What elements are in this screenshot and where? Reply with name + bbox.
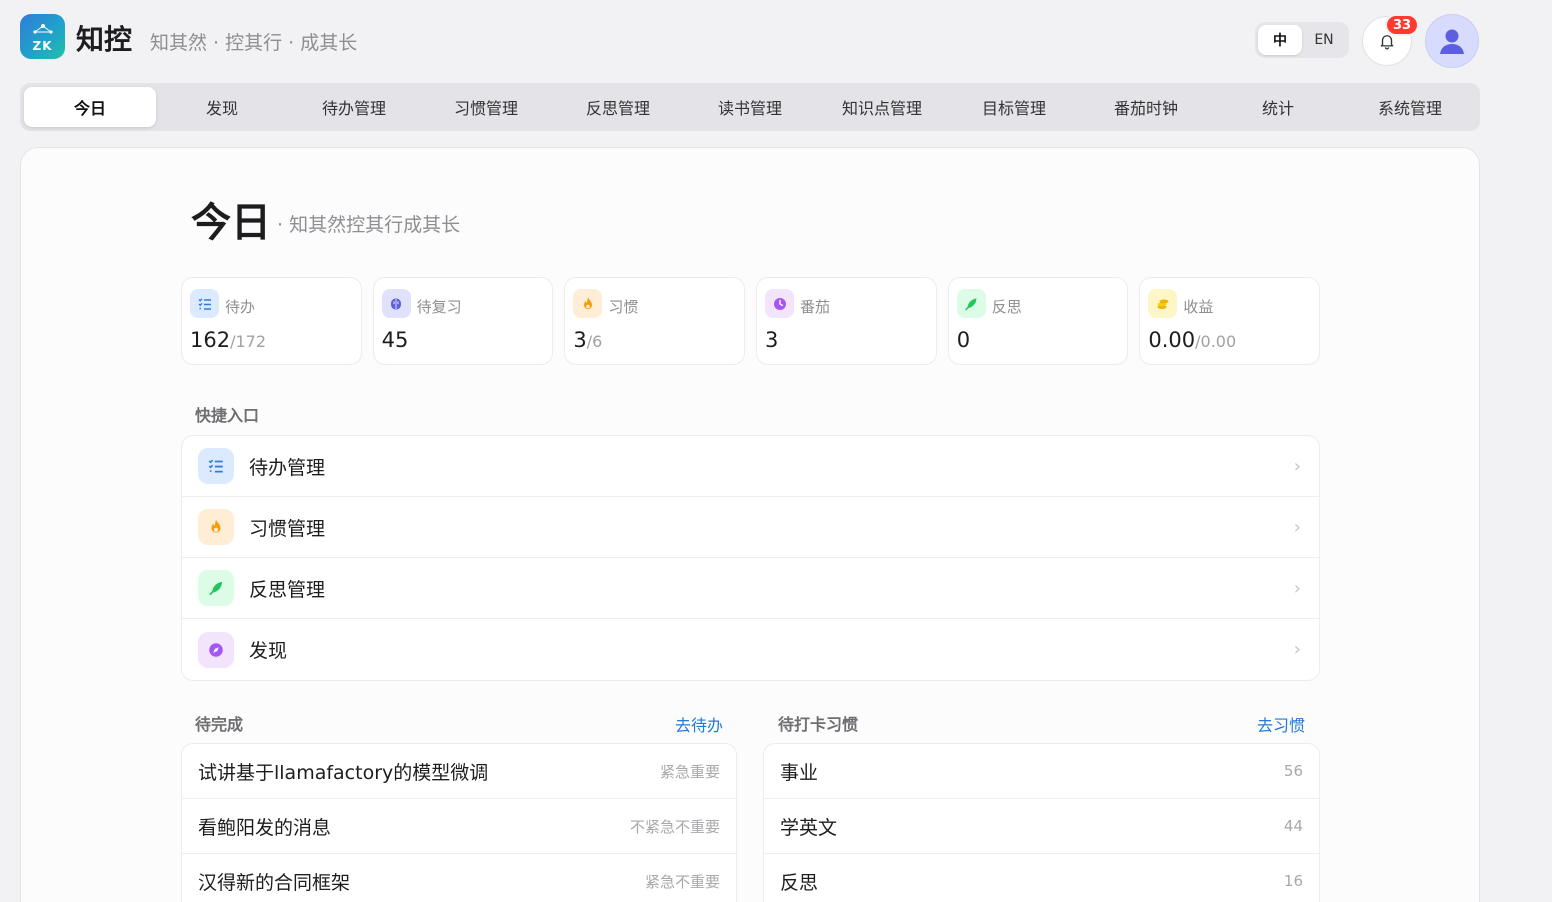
quick-item-todo[interactable]: 待办管理 › xyxy=(182,436,1319,497)
logo-text: ZK xyxy=(32,39,53,53)
lang-en-button[interactable]: EN xyxy=(1302,25,1346,55)
pending-habits-list: 事业 56 学英文 44 反思 16 xyxy=(763,743,1320,902)
habit-count: 56 xyxy=(1283,762,1303,780)
page-title: 今日 xyxy=(191,200,271,246)
app-name: 知控 xyxy=(76,23,133,56)
flame-icon xyxy=(198,509,234,545)
stat-label: 收益 xyxy=(1183,298,1214,316)
chevron-right-icon: › xyxy=(1293,456,1301,477)
nav-today[interactable]: 今日 xyxy=(24,87,156,127)
stat-label: 待办 xyxy=(225,298,256,316)
habit-item[interactable]: 事业 56 xyxy=(764,744,1319,799)
stat-value: 0 xyxy=(956,328,971,352)
logo-network-icon xyxy=(33,24,53,34)
stat-label: 待复习 xyxy=(416,298,462,316)
pending-habits-label: 待打卡习惯 xyxy=(778,715,859,734)
stat-value: 3 xyxy=(765,328,779,352)
quill-icon xyxy=(198,570,234,606)
nav-reflection-management[interactable]: 反思管理 xyxy=(552,87,684,127)
chevron-right-icon: › xyxy=(1293,517,1301,538)
compass-icon xyxy=(198,631,234,668)
stat-label: 习惯 xyxy=(608,298,639,316)
nav-discover[interactable]: 发现 xyxy=(156,87,288,127)
todo-item[interactable]: 汉得新的合同框架 紧急不重要 xyxy=(182,854,736,902)
nav-reading-management[interactable]: 读书管理 xyxy=(684,87,816,127)
quick-item-label: 习惯管理 xyxy=(249,517,326,540)
todo-item[interactable]: 看鲍阳发的消息 不紧急不重要 xyxy=(182,799,736,854)
flame-icon xyxy=(573,289,603,318)
stat-card-habit[interactable]: 习惯 3/6 xyxy=(564,277,746,365)
stat-value: 3/6 xyxy=(573,328,603,352)
go-habits-link[interactable]: 去习惯 xyxy=(1257,712,1305,736)
app-header: ZK 知控 知其然 · 控其行 · 成其长 中 EN 33 xyxy=(20,14,1480,68)
quick-item-reflection[interactable]: 反思管理 › xyxy=(182,558,1319,619)
nav-todo-management[interactable]: 待办管理 xyxy=(288,87,420,127)
nav-knowledge-management[interactable]: 知识点管理 xyxy=(816,87,948,127)
quick-access-label: 快捷入口 xyxy=(195,406,260,425)
notification-badge: 33 xyxy=(1385,14,1420,36)
nav-habit-management[interactable]: 习惯管理 xyxy=(420,87,552,127)
todo-priority: 不紧急不重要 xyxy=(629,817,720,836)
todo-title: 看鲍阳发的消息 xyxy=(198,816,332,839)
nav-goal-management[interactable]: 目标管理 xyxy=(948,87,1080,127)
checklist-icon xyxy=(190,289,219,318)
stat-value: 0.00/0.00 xyxy=(1148,328,1237,352)
user-avatar[interactable] xyxy=(1425,14,1479,68)
quick-item-discover[interactable]: 发现 › xyxy=(182,619,1319,680)
app-tagline: 知其然 · 控其行 · 成其长 xyxy=(150,32,358,54)
stats-row: 待办 162/172 待复习 45 习惯 3/6 番茄 3 反思 0 收益 0.… xyxy=(181,277,1321,365)
quick-access-list: 待办管理 › 习惯管理 › 反思管理 › 发现 › xyxy=(181,435,1320,681)
quick-item-label: 反思管理 xyxy=(249,578,326,601)
habit-title: 学英文 xyxy=(780,816,838,839)
stat-label: 反思 xyxy=(991,298,1022,316)
chevron-right-icon: › xyxy=(1293,578,1301,599)
stat-card-income[interactable]: 收益 0.00/0.00 xyxy=(1139,277,1321,365)
stat-card-review[interactable]: 待复习 45 xyxy=(372,277,554,365)
stat-label: 番茄 xyxy=(800,298,831,316)
quick-item-habit[interactable]: 习惯管理 › xyxy=(182,497,1319,558)
quick-item-label: 发现 xyxy=(249,640,288,662)
todo-priority: 紧急不重要 xyxy=(644,872,720,891)
stat-card-reflection[interactable]: 反思 0 xyxy=(947,277,1129,365)
page-subtitle: · 知其然控其行成其长 xyxy=(277,214,461,236)
pending-todos-label: 待完成 xyxy=(195,715,244,734)
go-todos-link[interactable]: 去待办 xyxy=(675,712,723,736)
checklist-icon xyxy=(198,448,234,484)
todo-title: 试讲基于llamafactory的模型微调 xyxy=(198,761,489,784)
quick-item-label: 待办管理 xyxy=(249,456,326,479)
stat-value: 162/172 xyxy=(190,328,267,352)
lang-zh-button[interactable]: 中 xyxy=(1258,25,1302,55)
todo-priority: 紧急重要 xyxy=(659,762,720,781)
habit-count: 16 xyxy=(1283,872,1303,890)
chevron-right-icon: › xyxy=(1293,639,1301,660)
habit-title: 事业 xyxy=(780,761,819,784)
nav-statistics[interactable]: 统计 xyxy=(1212,87,1344,127)
nav-pomodoro[interactable]: 番茄时钟 xyxy=(1080,87,1212,127)
quill-icon xyxy=(956,289,986,318)
pending-todos-list: 试讲基于llamafactory的模型微调 紧急重要 看鲍阳发的消息 不紧急不重… xyxy=(181,743,737,902)
app-logo[interactable]: ZK xyxy=(20,14,65,59)
user-icon xyxy=(1440,29,1464,54)
stat-card-todo[interactable]: 待办 162/172 xyxy=(181,277,362,365)
brain-icon xyxy=(381,289,411,318)
main-panel: 今日 · 知其然控其行成其长 待办 162/172 待复习 45 习惯 3/6 xyxy=(20,147,1480,902)
stat-value: 45 xyxy=(381,328,409,352)
habit-count: 44 xyxy=(1283,817,1303,835)
habit-title: 反思 xyxy=(780,871,819,894)
habit-item[interactable]: 反思 16 xyxy=(764,854,1319,902)
habit-item[interactable]: 学英文 44 xyxy=(764,799,1319,854)
coins-icon xyxy=(1148,289,1178,318)
main-nav: 今日 发现 待办管理 习惯管理 反思管理 读书管理 知识点管理 目标管理 番茄时… xyxy=(20,83,1480,131)
stat-card-pomodoro[interactable]: 番茄 3 xyxy=(756,277,937,365)
todo-title: 汉得新的合同框架 xyxy=(198,871,351,894)
clock-icon xyxy=(765,289,795,318)
language-switch: 中 EN xyxy=(1255,22,1349,58)
nav-system-management[interactable]: 系统管理 xyxy=(1344,87,1476,127)
todo-item[interactable]: 试讲基于llamafactory的模型微调 紧急重要 xyxy=(182,744,736,799)
